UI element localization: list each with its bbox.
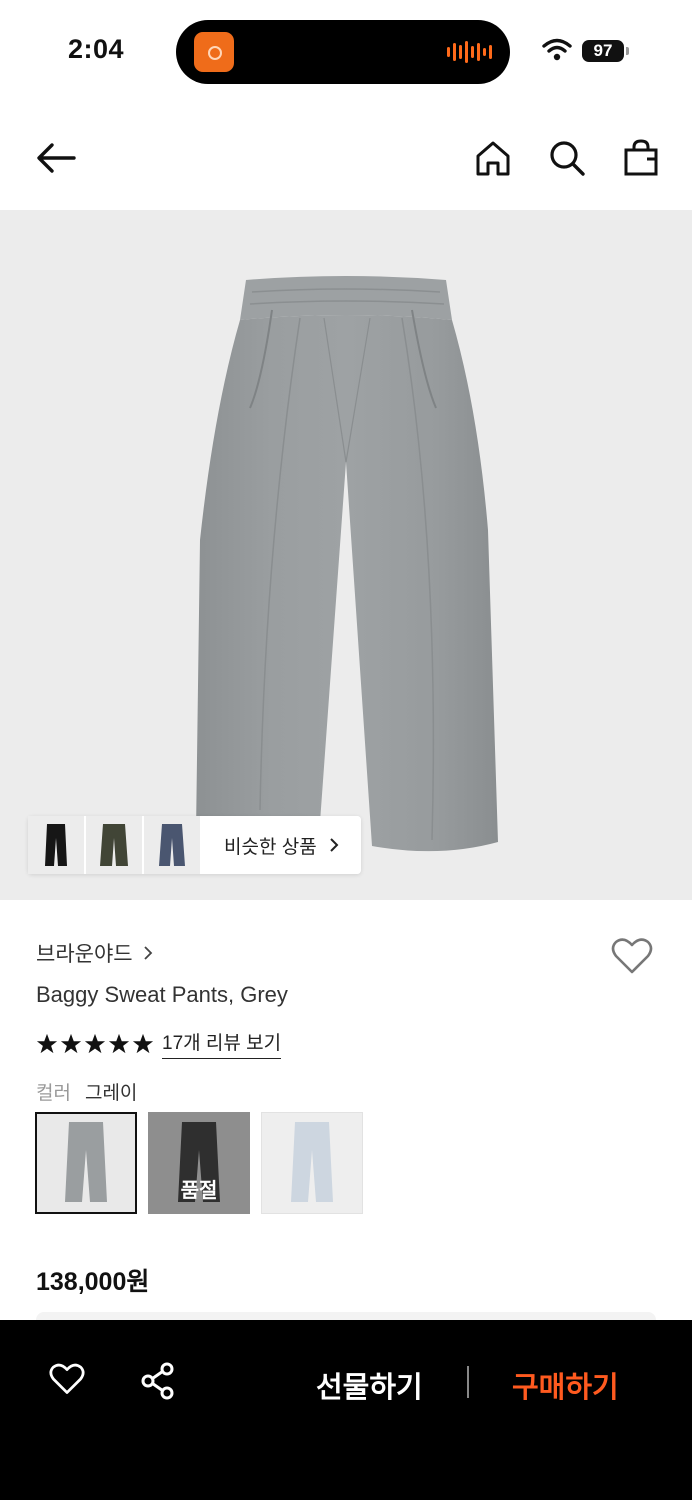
star-icon: [60, 1033, 82, 1053]
grey-sweatpants-illustration: [196, 276, 498, 853]
gift-button[interactable]: 선물하기: [316, 1364, 423, 1406]
soldout-badge: 품절: [180, 1180, 218, 1202]
arrow-left-icon[interactable]: [34, 136, 78, 180]
color-value: 그레이: [84, 1083, 138, 1104]
buy-button[interactable]: 구매하기: [512, 1364, 619, 1406]
heart-icon[interactable]: [48, 1362, 86, 1401]
similar-thumb-olive[interactable]: [86, 816, 144, 874]
search-icon[interactable]: [545, 136, 589, 180]
similar-thumb-navy[interactable]: [144, 816, 202, 874]
star-icon: [108, 1033, 130, 1053]
similar-thumb-black[interactable]: [28, 816, 86, 874]
color-swatches: 품절: [35, 1112, 363, 1214]
swatch-light-blue[interactable]: [261, 1112, 363, 1214]
audio-waveform-icon: [447, 40, 492, 64]
button-divider: [467, 1366, 469, 1398]
star-icon: [36, 1033, 58, 1053]
review-link[interactable]: 17개 리뷰 보기: [162, 1028, 282, 1059]
bottom-action-bar: 선물하기 구매하기: [0, 1320, 692, 1500]
similar-products-strip[interactable]: 비슷한 상품: [28, 816, 361, 874]
similar-products-button[interactable]: 비슷한 상품: [202, 816, 361, 874]
rating-stars: [36, 1033, 154, 1055]
product-image[interactable]: 비슷한 상품: [0, 210, 692, 900]
similar-products-label: 비슷한 상품: [224, 836, 317, 858]
status-bar: 2:04 97: [0, 0, 692, 104]
color-selector-label: 컬러 그레이: [36, 1078, 137, 1105]
chevron-right-icon: [329, 838, 339, 852]
now-playing-app-icon: [194, 32, 234, 72]
dynamic-island[interactable]: [176, 20, 510, 84]
home-icon[interactable]: [471, 136, 515, 180]
top-nav: [0, 118, 692, 198]
star-icon: [132, 1033, 154, 1053]
swatch-grey[interactable]: [35, 1112, 137, 1214]
product-price: 138,000원: [36, 1268, 150, 1296]
brand-link[interactable]: 브라운야드: [36, 938, 153, 968]
star-icon: [84, 1033, 106, 1053]
shopping-bag-icon[interactable]: [619, 136, 663, 180]
chevron-right-icon: [143, 946, 152, 960]
product-title: Baggy Sweat Pants, Grey: [36, 982, 288, 1007]
brand-name: 브라운야드: [36, 943, 133, 966]
wishlist-heart-icon[interactable]: [610, 936, 654, 981]
status-time: 2:04: [68, 34, 125, 64]
swatch-charcoal[interactable]: 품절: [148, 1112, 250, 1214]
color-label: 컬러: [36, 1083, 71, 1104]
wifi-icon: [542, 38, 572, 67]
rating-row: 17개 리뷰 보기: [36, 1028, 282, 1059]
battery-indicator: 97: [582, 40, 629, 62]
share-icon[interactable]: [140, 1362, 176, 1405]
